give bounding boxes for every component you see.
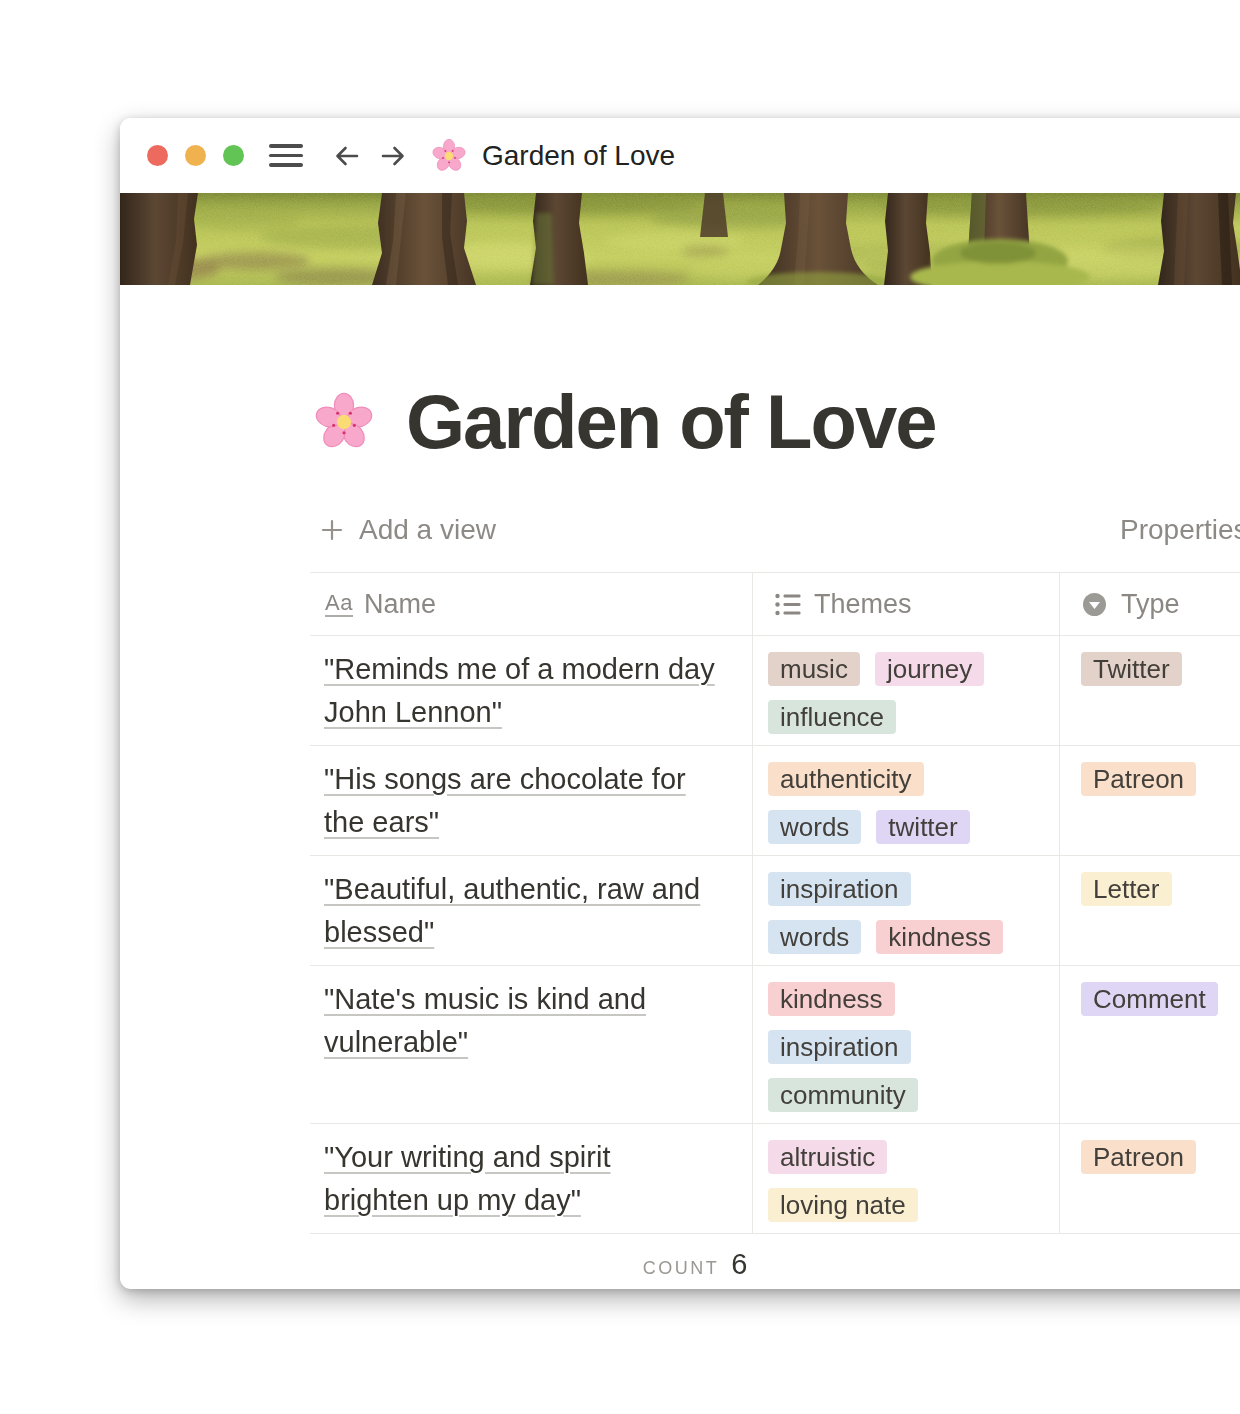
column-header-type[interactable]: Type (1060, 573, 1240, 635)
cell-name[interactable]: "Your writing and spirit brighten up my … (310, 1124, 753, 1233)
type-tag: Patreon (1081, 1140, 1196, 1174)
cell-type[interactable]: Twitter (1060, 636, 1240, 745)
table-footer: COUNT 6 (310, 1234, 1080, 1281)
theme-tag: inspiration (768, 1030, 911, 1064)
type-tag: Comment (1081, 982, 1218, 1016)
view-bar: Add a view Properties (310, 509, 1240, 551)
column-header-themes[interactable]: Themes (753, 573, 1060, 635)
theme-tag: influence (768, 700, 896, 734)
page-title-row: Garden of Love (310, 285, 1240, 464)
menu-icon[interactable] (269, 144, 303, 167)
column-label: Themes (814, 589, 912, 620)
plus-icon (321, 519, 343, 541)
cherry-blossom-icon[interactable] (313, 391, 375, 453)
cell-type[interactable]: Comment (1060, 966, 1240, 1123)
page-content: Garden of Love Add a view Properties Aa N… (120, 285, 1240, 1281)
multiselect-icon (774, 591, 801, 618)
minimize-window-button[interactable] (185, 145, 206, 166)
theme-tag: loving nate (768, 1188, 918, 1222)
column-header-name[interactable]: Aa Name (310, 573, 753, 635)
table-row: "His songs are chocolate for the ears" au… (310, 746, 1240, 856)
table-row: "Nate's music is kind and vulnerable" kin… (310, 966, 1240, 1124)
column-label: Type (1121, 589, 1180, 620)
table-row: "Beautiful, authentic, raw and blessed" i… (310, 856, 1240, 966)
page-title: Garden of Love (406, 380, 935, 464)
type-tag: Twitter (1081, 652, 1182, 686)
theme-tag: kindness (876, 920, 1003, 954)
select-icon (1081, 591, 1108, 618)
forward-button[interactable] (379, 142, 407, 170)
window-title: Garden of Love (482, 140, 675, 172)
cell-name[interactable]: "Reminds me of a modern day John Lennon" (310, 636, 753, 745)
type-tag: Patreon (1081, 762, 1196, 796)
row-title: "Nate's music is kind and vulnerable" (324, 978, 720, 1064)
theme-tag: music (768, 652, 860, 686)
back-button[interactable] (333, 142, 361, 170)
table-header: Aa Name Themes Type (310, 572, 1240, 636)
close-window-button[interactable] (147, 145, 168, 166)
type-tag: Letter (1081, 872, 1172, 906)
cell-themes[interactable]: music journey influence (753, 636, 1060, 745)
theme-tag: twitter (876, 810, 969, 844)
cell-themes[interactable]: altruistic loving nate (753, 1124, 1060, 1233)
theme-tag: altruistic (768, 1140, 887, 1174)
theme-tag: kindness (768, 982, 895, 1016)
zoom-window-button[interactable] (223, 145, 244, 166)
cell-themes[interactable]: authenticity words twitter (753, 746, 1060, 855)
properties-button[interactable]: Properties (1120, 514, 1240, 546)
app-window: Garden of Love (120, 118, 1240, 1289)
cell-themes[interactable]: inspiration words kindness (753, 856, 1060, 965)
cell-type[interactable]: Patreon (1060, 746, 1240, 855)
row-title: "Reminds me of a modern day John Lennon" (324, 648, 720, 734)
table-row: "Reminds me of a modern day John Lennon"… (310, 636, 1240, 746)
row-title: "Your writing and spirit brighten up my … (324, 1136, 720, 1222)
theme-tag: community (768, 1078, 918, 1112)
cherry-blossom-icon (431, 138, 467, 174)
count-value: 6 (731, 1248, 747, 1281)
theme-tag: inspiration (768, 872, 911, 906)
cell-name[interactable]: "Nate's music is kind and vulnerable" (310, 966, 753, 1123)
cell-themes[interactable]: kindness inspiration community (753, 966, 1060, 1123)
column-label: Name (364, 589, 436, 620)
row-title: "Beautiful, authentic, raw and blessed" (324, 868, 720, 954)
add-view-label: Add a view (359, 514, 496, 546)
theme-tag: words (768, 810, 861, 844)
table-row: "Your writing and spirit brighten up my … (310, 1124, 1240, 1234)
row-title: "His songs are chocolate for the ears" (324, 758, 720, 844)
database-table: Aa Name Themes Type "Reminds me of a modern… (310, 572, 1240, 1234)
theme-tag: authenticity (768, 762, 924, 796)
add-view-button[interactable]: Add a view (310, 514, 496, 546)
title-icon: Aa (325, 591, 353, 617)
theme-tag: journey (875, 652, 984, 686)
cell-type[interactable]: Letter (1060, 856, 1240, 965)
cell-name[interactable]: "His songs are chocolate for the ears" (310, 746, 753, 855)
cell-type[interactable]: Patreon (1060, 1124, 1240, 1233)
table-body: "Reminds me of a modern day John Lennon"… (310, 636, 1240, 1234)
cell-name[interactable]: "Beautiful, authentic, raw and blessed" (310, 856, 753, 965)
cover-image (120, 193, 1240, 285)
count-label: COUNT (643, 1258, 720, 1279)
theme-tag: words (768, 920, 861, 954)
window-titlebar: Garden of Love (120, 118, 1240, 193)
